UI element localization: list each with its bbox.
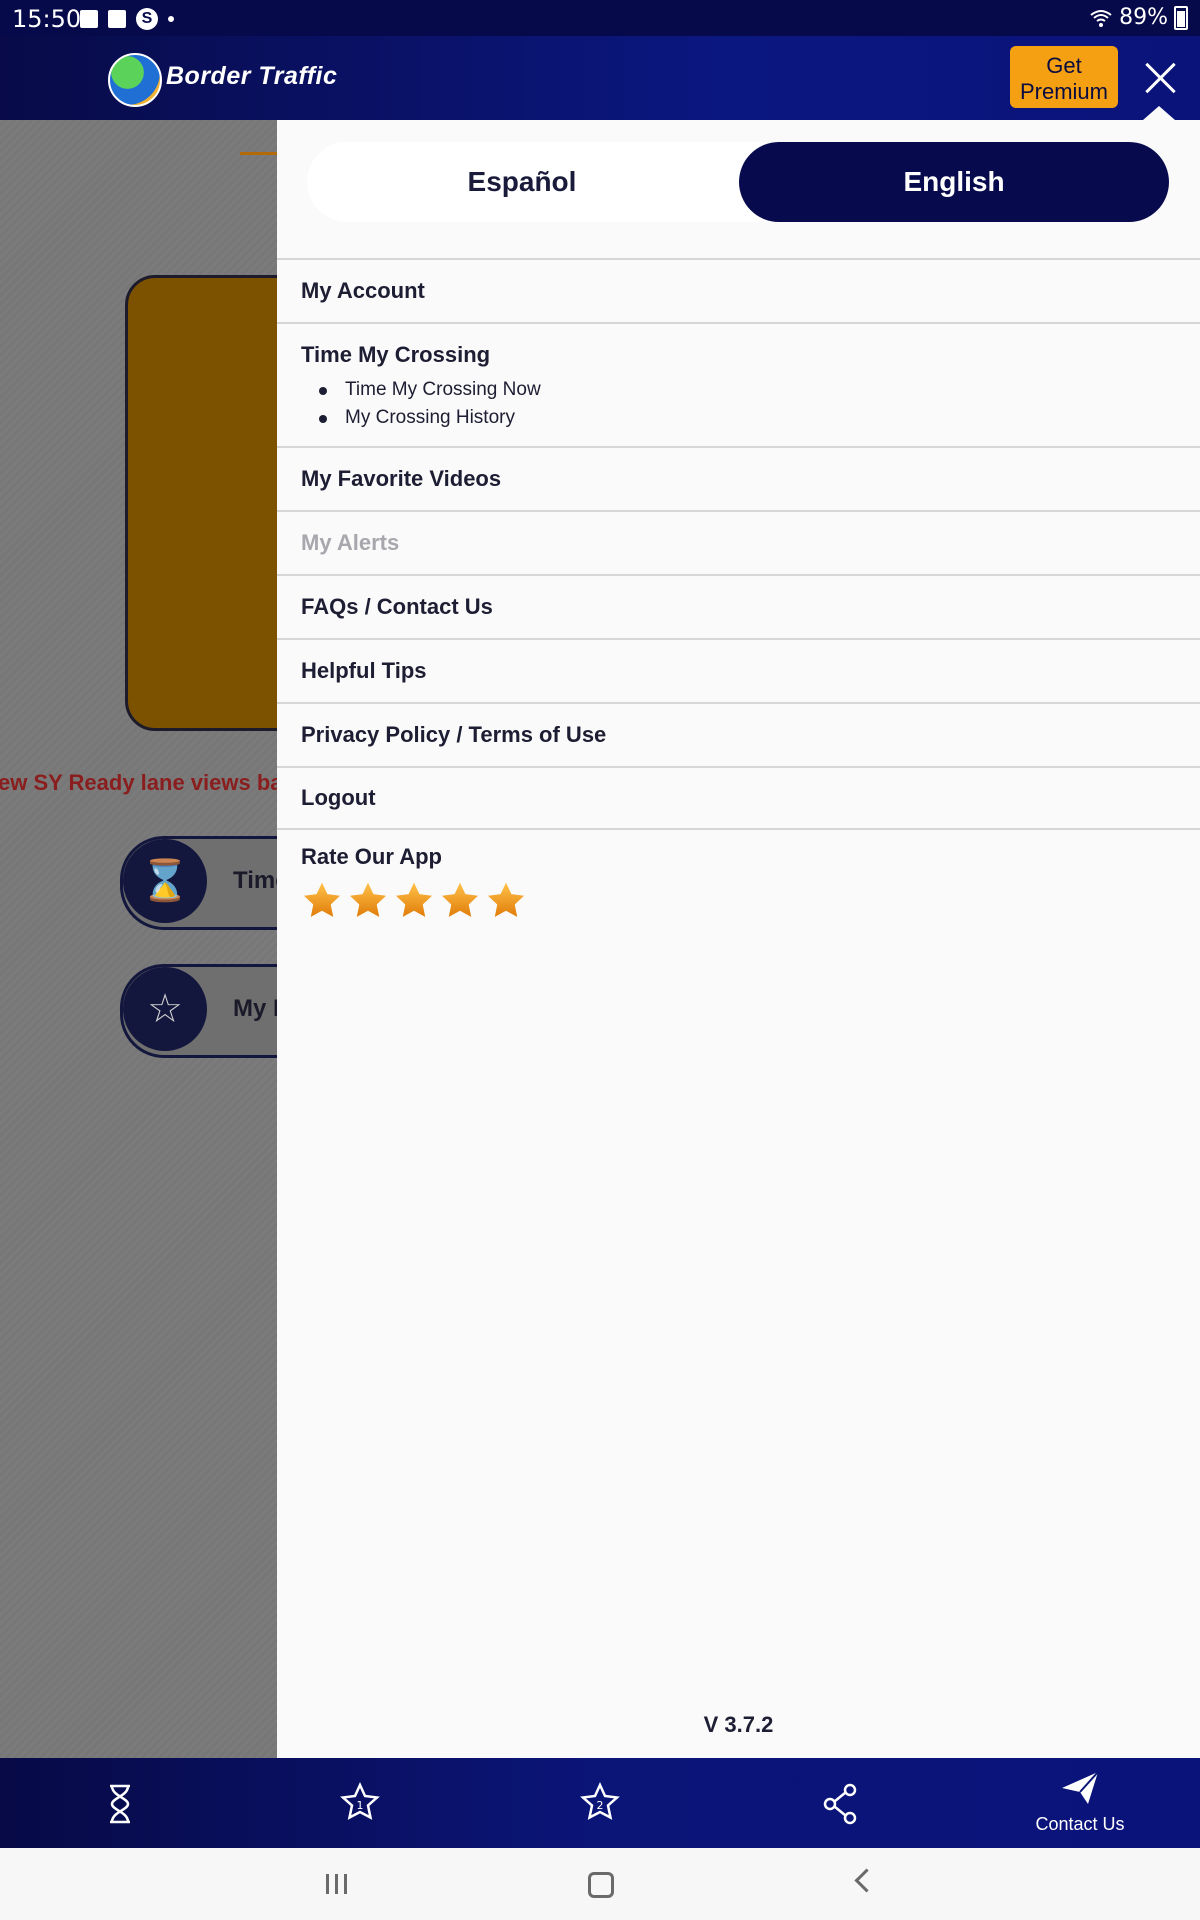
status-right: 89% (1089, 5, 1188, 30)
back-icon[interactable] (854, 1868, 879, 1893)
status-bar: 15:50 S 89% (0, 0, 1200, 36)
app-title: Border Traffic (166, 62, 338, 90)
language-english[interactable]: English (739, 142, 1169, 222)
language-toggle: Español English (307, 142, 1169, 222)
time-my-crossing-submenu: Time My Crossing Now My Crossing History (319, 376, 1200, 432)
star-icon[interactable] (485, 880, 527, 922)
submenu-my-crossing-history[interactable]: My Crossing History (319, 404, 1200, 432)
rating-stars (301, 880, 527, 922)
news-ticker: ew SY Ready lane views back (0, 770, 307, 795)
star-icon[interactable] (439, 880, 481, 922)
favorite-1-icon: 1 (340, 1782, 380, 1820)
drawer-caret (1143, 106, 1175, 120)
recent-apps-icon[interactable] (326, 1874, 347, 1894)
favorite-2-icon: 2 (580, 1782, 620, 1820)
close-icon[interactable] (1140, 58, 1180, 98)
battery-icon (1174, 5, 1188, 30)
app-version: V 3.7.2 (703, 1712, 774, 1737)
nav-favorite-2[interactable]: 2 (480, 1758, 720, 1848)
nav-favorite-1[interactable]: 1 (240, 1758, 480, 1848)
rate-our-app: Rate Our App (301, 844, 527, 922)
premium-line1: Get (1046, 53, 1082, 78)
menu-time-my-crossing: Time My Crossing Time My Crossing Now My… (277, 322, 1200, 446)
menu-my-alerts: My Alerts (277, 510, 1200, 574)
system-navigation-bar (0, 1848, 1200, 1920)
hourglass-icon: ⌛ (123, 839, 207, 923)
notification-icons: S (80, 8, 174, 30)
premium-line2: Premium (1019, 79, 1108, 104)
image-notification-icon (80, 10, 98, 28)
hourglass-icon (110, 1784, 130, 1824)
menu-privacy-terms[interactable]: Privacy Policy / Terms of Use (277, 702, 1200, 766)
paper-plane-icon (1062, 1771, 1099, 1804)
app-notification-icon (108, 10, 126, 28)
language-spanish[interactable]: Español (307, 142, 737, 222)
more-notifications-icon (168, 16, 174, 22)
star-icon[interactable] (301, 880, 343, 922)
get-premium-button[interactable]: Get Premium (1010, 46, 1118, 108)
nav-time-crossing[interactable] (0, 1758, 240, 1848)
tab-indicator (240, 152, 280, 155)
star-icon[interactable] (347, 880, 389, 922)
side-drawer: Español English My Account Time My Cross… (277, 120, 1200, 1758)
contact-us-label: Contact Us (1035, 1814, 1125, 1834)
share-icon (823, 1783, 857, 1825)
status-time: 15:50 (12, 5, 82, 33)
svg-text:2: 2 (597, 1799, 604, 1812)
nav-share[interactable] (720, 1758, 960, 1848)
star-icon[interactable] (393, 880, 435, 922)
background-content: ew SY Ready lane views back ⌛ Time ☆ My … (0, 120, 346, 1758)
rate-title: Rate Our App (301, 844, 442, 869)
menu-my-account[interactable]: My Account (277, 258, 1200, 322)
menu-time-my-crossing-title[interactable]: Time My Crossing (301, 342, 1200, 368)
menu-faqs-contact[interactable]: FAQs / Contact Us (277, 574, 1200, 638)
battery-percent: 89% (1119, 5, 1168, 30)
submenu-time-my-crossing-now[interactable]: Time My Crossing Now (319, 376, 1200, 404)
svg-text:1: 1 (357, 1799, 364, 1812)
nav-contact-us[interactable]: Contact Us (960, 1758, 1200, 1848)
star-icon: ☆ (123, 967, 207, 1051)
home-icon[interactable] (588, 1872, 614, 1898)
s-app-notification-icon: S (136, 8, 158, 30)
menu-helpful-tips[interactable]: Helpful Tips (277, 638, 1200, 702)
drawer-menu: My Account Time My Crossing Time My Cros… (277, 258, 1200, 830)
wifi-icon (1090, 9, 1112, 27)
menu-my-favorite-videos[interactable]: My Favorite Videos (277, 446, 1200, 510)
bottom-navigation: 1 2 Contact Us (0, 1758, 1200, 1848)
globe-logo-icon (108, 53, 162, 107)
app-header: Border Traffic Get Premium (0, 36, 1200, 120)
menu-logout[interactable]: Logout (277, 766, 1200, 830)
